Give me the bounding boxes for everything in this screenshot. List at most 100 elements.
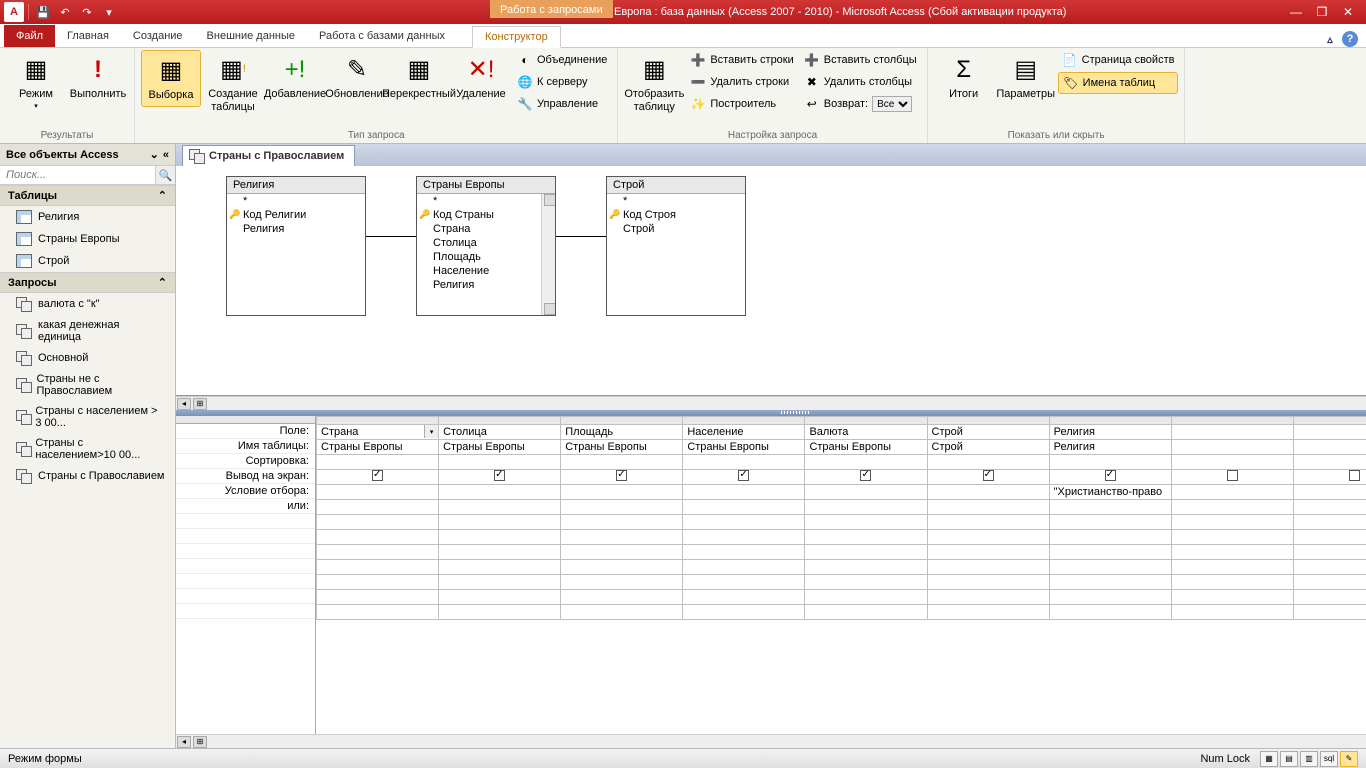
grid-cell[interactable] <box>1171 485 1293 500</box>
grid-cell[interactable] <box>805 530 927 545</box>
grid-cell[interactable]: Население <box>683 425 805 440</box>
checkbox[interactable] <box>494 470 505 481</box>
grid-cell[interactable] <box>927 515 1049 530</box>
help-icon[interactable]: ? <box>1342 31 1358 47</box>
grid-cell[interactable]: Религия <box>1049 425 1171 440</box>
grid-cell[interactable]: Площадь <box>561 425 683 440</box>
grid-cell[interactable] <box>805 545 927 560</box>
insertcols-button[interactable]: ➕Вставить столбцы <box>800 50 921 70</box>
grid-cell[interactable] <box>1171 530 1293 545</box>
grid-cell[interactable] <box>439 605 561 620</box>
grid-cell[interactable] <box>317 515 439 530</box>
table-box-stroy[interactable]: Строй * Код Строя Строй <box>606 176 746 316</box>
redo-icon[interactable]: ↷ <box>77 2 97 22</box>
view-chart-icon[interactable]: ▥ <box>1300 751 1318 767</box>
grid-cell[interactable] <box>1049 515 1171 530</box>
grid-cell[interactable] <box>439 590 561 605</box>
grid-cell[interactable]: Строй <box>927 425 1049 440</box>
grid-cell[interactable] <box>1171 575 1293 590</box>
grid-cell[interactable] <box>805 470 927 485</box>
nav-query-item[interactable]: какая денежная единица <box>0 315 175 347</box>
minimize-ribbon-icon[interactable]: ▵ <box>1322 31 1338 47</box>
totals-button[interactable]: ΣИтоги <box>934 50 994 105</box>
return-select[interactable]: Все <box>872 96 912 112</box>
grid-cell[interactable] <box>317 575 439 590</box>
grid-cell[interactable] <box>927 605 1049 620</box>
grid-cell[interactable] <box>317 590 439 605</box>
view-design-icon[interactable]: ✎ <box>1340 751 1358 767</box>
tab-create[interactable]: Создание <box>121 25 195 47</box>
checkbox[interactable] <box>1227 470 1238 481</box>
grid-cell[interactable] <box>439 515 561 530</box>
tab-external[interactable]: Внешние данные <box>195 25 307 47</box>
grid-cell[interactable] <box>317 545 439 560</box>
grid-cell[interactable] <box>805 515 927 530</box>
grid-cell[interactable] <box>683 560 805 575</box>
grid-cell[interactable] <box>683 470 805 485</box>
grid-cell[interactable]: Валюта <box>805 425 927 440</box>
grid-cell[interactable]: Столица <box>439 425 561 440</box>
grid-cell[interactable] <box>683 545 805 560</box>
undo-icon[interactable]: ↶ <box>55 2 75 22</box>
grid-cell[interactable] <box>439 485 561 500</box>
grid-cell[interactable] <box>317 605 439 620</box>
collapse-icon[interactable]: « <box>163 149 169 161</box>
grid-cell[interactable] <box>1049 500 1171 515</box>
grid-cell[interactable] <box>1293 530 1366 545</box>
nav-query-item[interactable]: Основной <box>0 347 175 369</box>
grid-cell[interactable] <box>805 500 927 515</box>
grid-cell[interactable] <box>561 470 683 485</box>
grid-cell[interactable] <box>317 470 439 485</box>
grid-cell[interactable] <box>317 560 439 575</box>
grid-cell[interactable] <box>927 470 1049 485</box>
grid-cell[interactable] <box>1049 455 1171 470</box>
grid-cell[interactable] <box>1171 425 1293 440</box>
view-pivot-icon[interactable]: ▤ <box>1280 751 1298 767</box>
nav-group-tables[interactable]: Таблицы⌃ <box>0 185 175 206</box>
insertrows-button[interactable]: ➕Вставить строки <box>686 50 797 70</box>
grid-cell[interactable] <box>805 560 927 575</box>
checkbox[interactable] <box>860 470 871 481</box>
grid-cell[interactable]: Строй <box>927 440 1049 455</box>
propsheet-button[interactable]: 📄Страница свойств <box>1058 50 1179 70</box>
nav-table-item[interactable]: Страны Европы <box>0 228 175 250</box>
grid-cell[interactable] <box>927 575 1049 590</box>
grid-cell[interactable] <box>683 590 805 605</box>
grid-cell[interactable] <box>805 605 927 620</box>
grid-cell[interactable] <box>1171 440 1293 455</box>
search-icon[interactable]: 🔍 <box>155 166 175 184</box>
query-design-surface[interactable]: Религия * Код Религии Религия Страны Евр… <box>176 166 1366 396</box>
grid-cell[interactable] <box>439 560 561 575</box>
tablenames-button[interactable]: 🏷Имена таблиц <box>1058 72 1179 94</box>
grid-cell[interactable] <box>1171 500 1293 515</box>
grid-cell[interactable] <box>561 560 683 575</box>
grid-cell[interactable] <box>1049 590 1171 605</box>
showtable-button[interactable]: ▦Отобразить таблицу <box>624 50 684 118</box>
tab-design[interactable]: Конструктор <box>472 26 561 48</box>
grid-cell[interactable] <box>1171 560 1293 575</box>
datadef-button[interactable]: 🔧Управление <box>513 94 611 114</box>
file-tab[interactable]: Файл <box>4 25 55 47</box>
tab-dbtools[interactable]: Работа с базами данных <box>307 25 457 47</box>
grid-cell[interactable] <box>439 575 561 590</box>
grid-cell[interactable] <box>927 590 1049 605</box>
hscroll-upper[interactable]: ◂⊞▸ <box>176 396 1366 410</box>
table-box-religiya[interactable]: Религия * Код Религии Религия <box>226 176 366 316</box>
nav-table-item[interactable]: Религия <box>0 206 175 228</box>
grid-cell[interactable] <box>805 455 927 470</box>
params-button[interactable]: ▤Параметры <box>996 50 1056 105</box>
grid-cell[interactable] <box>439 530 561 545</box>
dropdown-icon[interactable]: ▾ <box>424 425 438 438</box>
grid-cell[interactable] <box>1293 500 1366 515</box>
grid-cell[interactable] <box>683 500 805 515</box>
grid-cell[interactable] <box>1049 530 1171 545</box>
grid-cell[interactable] <box>561 605 683 620</box>
grid-cell[interactable] <box>1049 470 1171 485</box>
grid-cell[interactable] <box>1171 470 1293 485</box>
grid-cell[interactable]: Страны Европы <box>683 440 805 455</box>
grid-table[interactable]: Страна▾СтолицаПлощадьНаселениеВалютаСтро… <box>316 416 1366 620</box>
deletecols-button[interactable]: ✖Удалить столбцы <box>800 72 921 92</box>
grid-cell[interactable] <box>439 455 561 470</box>
grid-cell[interactable] <box>927 485 1049 500</box>
grid-cell[interactable] <box>317 530 439 545</box>
